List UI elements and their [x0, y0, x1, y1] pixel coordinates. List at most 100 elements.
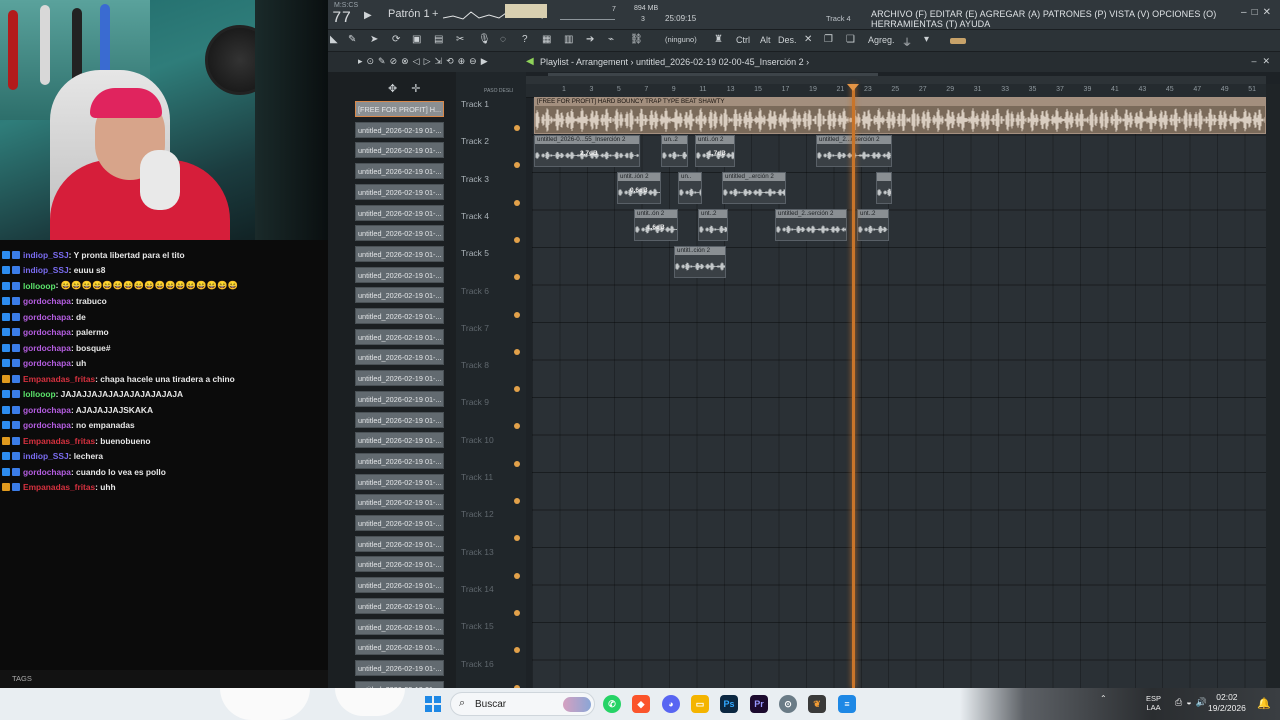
- premiere-icon[interactable]: Pr: [750, 695, 768, 713]
- undo-label[interactable]: Des.: [778, 35, 797, 45]
- beat-audio-clip[interactable]: [FREE FOR PROFIT] HARD BOUNCY TRAP TYPE …: [534, 97, 1266, 134]
- pattern-selector[interactable]: Patrón 1: [388, 8, 430, 20]
- close-icon[interactable]: ✕: [804, 34, 812, 45]
- track-name[interactable]: Track 13: [461, 547, 494, 557]
- track-name[interactable]: Track 6: [461, 286, 489, 296]
- audio-clip[interactable]: untit..ión 2 0.6dB: [617, 172, 661, 204]
- chat-username[interactable]: gordochapa: [23, 420, 71, 430]
- brush-icon[interactable]: ➤: [370, 34, 378, 45]
- browser-clip-item[interactable]: untitled_2026-02-19 01-...: [355, 287, 444, 304]
- browser-header-icons[interactable]: ✥✛: [388, 82, 434, 95]
- browser-clip-item[interactable]: untitled_2026-02-19 01-...: [355, 204, 444, 221]
- system-tray[interactable]: ⌃: [1100, 694, 1107, 703]
- view-icon[interactable]: ▦: [542, 34, 551, 45]
- chat-icon[interactable]: ◌: [500, 34, 506, 45]
- track-name[interactable]: Track 14: [461, 584, 494, 594]
- vertical-scrollbar[interactable]: [1266, 84, 1280, 688]
- chat-username[interactable]: lollooop: [23, 389, 56, 399]
- taskbar-search[interactable]: ⌕ Buscar: [450, 692, 595, 716]
- track-mute-led[interactable]: [514, 274, 520, 281]
- track-mute-led[interactable]: [514, 125, 520, 131]
- chat-username[interactable]: gordochapa: [23, 467, 71, 477]
- track-mute-led[interactable]: [514, 498, 520, 504]
- chat-username[interactable]: gordochapa: [23, 327, 71, 337]
- chat-username[interactable]: Empanadas_fritas: [23, 374, 95, 384]
- discord-icon[interactable]: ◕: [662, 695, 680, 713]
- browser-clip-item[interactable]: untitled_2026-02-19 01-...: [355, 618, 444, 635]
- track-mute-led[interactable]: [514, 460, 520, 467]
- chat-username[interactable]: Empanadas_fritas: [23, 436, 95, 446]
- track-name[interactable]: Track 7: [461, 323, 489, 333]
- browser-clip-item[interactable]: untitled_2026-02-19 01-...: [355, 163, 444, 180]
- paste-icon[interactable]: ❏: [846, 34, 855, 45]
- chat-username[interactable]: indiop_SSJ: [23, 265, 69, 275]
- track-mute-led[interactable]: [514, 386, 520, 393]
- browser-clip-item[interactable]: untitled_2026-02-19 01-...: [355, 639, 444, 656]
- browser-clip-item[interactable]: untitled_2026-02-19 01-...: [355, 556, 444, 573]
- chat-username[interactable]: gordochapa: [23, 358, 71, 368]
- chat-username[interactable]: Empanadas_fritas: [23, 482, 95, 492]
- obs-icon[interactable]: ⊙: [779, 695, 797, 713]
- whatsapp-icon[interactable]: ✆: [603, 695, 621, 713]
- browser-clip-item[interactable]: untitled_2026-02-19 01-...: [355, 349, 444, 366]
- track-name[interactable]: Track 3: [461, 174, 489, 184]
- window-controls[interactable]: –□✕: [1241, 7, 1276, 18]
- track-mute-led[interactable]: [514, 535, 520, 542]
- loop-icon[interactable]: ⟳: [392, 34, 400, 45]
- track-mute-led[interactable]: [514, 572, 520, 579]
- track-mute-led[interactable]: [514, 647, 520, 654]
- playhead[interactable]: [852, 84, 855, 688]
- audio-clip[interactable]: [876, 172, 892, 204]
- browser-clip-item[interactable]: untitled_2026-02-19 01-...: [355, 266, 444, 283]
- track-name[interactable]: Track 15: [461, 621, 494, 631]
- browser-clip-item[interactable]: untitled_2026-02-19 01-...: [355, 452, 444, 469]
- render-icon[interactable]: ▤: [434, 34, 443, 45]
- playhead-marker[interactable]: [847, 84, 859, 91]
- browser-clip-item[interactable]: untitled_2026-02-19 01-...: [355, 659, 444, 676]
- cut-icon[interactable]: ✂: [456, 34, 464, 45]
- folder-icon[interactable]: ▭: [691, 695, 709, 713]
- arrow-right-icon[interactable]: ➔: [586, 34, 594, 45]
- browser-clip-item[interactable]: untitled_2026-02-19 01-...: [355, 245, 444, 262]
- pencil-icon[interactable]: ✎: [348, 34, 356, 45]
- browser-clip-item[interactable]: untitled_2026-02-19 01-...: [355, 142, 444, 159]
- browser-clip-item[interactable]: untitled_2026-02-19 01-...: [355, 515, 444, 531]
- main-menu[interactable]: ARCHIVO (F) EDITAR (E) AGREGAR (A) PATRO…: [871, 9, 1280, 29]
- mic-icon[interactable]: 🎙: [478, 34, 491, 45]
- help-icon[interactable]: ?: [522, 34, 528, 45]
- save-icon[interactable]: ▣: [412, 34, 421, 45]
- timeline-ruler[interactable]: 1 3 5 7 9 11 13 15 17 19 21 23 25 27 29 31 33 35 37 39 41 43 4…: [526, 84, 1280, 98]
- track-mute-led[interactable]: [514, 348, 520, 355]
- midi-device-label[interactable]: (ninguno): [665, 35, 697, 44]
- track-name[interactable]: Track 16: [461, 659, 494, 669]
- audio-clip[interactable]: unt..2: [857, 209, 889, 241]
- stamp-icon[interactable]: ♜: [714, 34, 723, 45]
- track-mute-led[interactable]: [514, 236, 520, 243]
- photoshop-icon[interactable]: Ps: [720, 695, 738, 713]
- browser-clip-item[interactable]: untitled_2026-02-19 01-...: [355, 494, 444, 511]
- audio-clip[interactable]: untitled_2026-0...55_Inserción 2 2.7dB: [534, 135, 640, 167]
- tempo-display[interactable]: 77: [332, 9, 351, 27]
- volume-slider[interactable]: [505, 4, 547, 18]
- browser-clip-item[interactable]: untitled_2026-02-19 01-...: [355, 432, 444, 449]
- browser-clip-item[interactable]: untitled_2026-02-19 01-...: [355, 225, 444, 242]
- copy-icon[interactable]: ❐: [824, 34, 833, 45]
- audio-clip[interactable]: un..: [678, 172, 702, 204]
- browser-clip-item[interactable]: untitled_2026-02-19 01-...: [355, 390, 444, 407]
- notification-icon[interactable]: 🔔: [1257, 697, 1271, 710]
- browser-clip-item[interactable]: untitled_2026-02-19 01-...: [355, 473, 444, 490]
- track-mute-led[interactable]: [514, 162, 520, 169]
- fl-studio-icon[interactable]: ❦: [808, 695, 826, 713]
- chat-username[interactable]: gordochapa: [23, 312, 71, 322]
- browser-beat-item[interactable]: [FREE FOR PROFIT] H...: [355, 101, 444, 117]
- link-icon[interactable]: ⛓: [630, 34, 643, 45]
- browser-clip-item[interactable]: untitled_2026-02-19 01-...: [355, 411, 444, 428]
- chat-username[interactable]: indiop_SSJ: [23, 451, 69, 461]
- piano-icon[interactable]: ▥: [564, 34, 573, 45]
- add-pattern-icon[interactable]: +: [432, 8, 438, 20]
- audio-clip[interactable]: unti..ón 2 -1.7dB: [695, 135, 735, 167]
- brave-icon[interactable]: ◆: [632, 695, 650, 713]
- snap-controls[interactable]: PASO DESLI: [484, 88, 513, 94]
- ctrl-toggle[interactable]: Ctrl: [736, 35, 750, 45]
- chat-username[interactable]: gordochapa: [23, 296, 71, 306]
